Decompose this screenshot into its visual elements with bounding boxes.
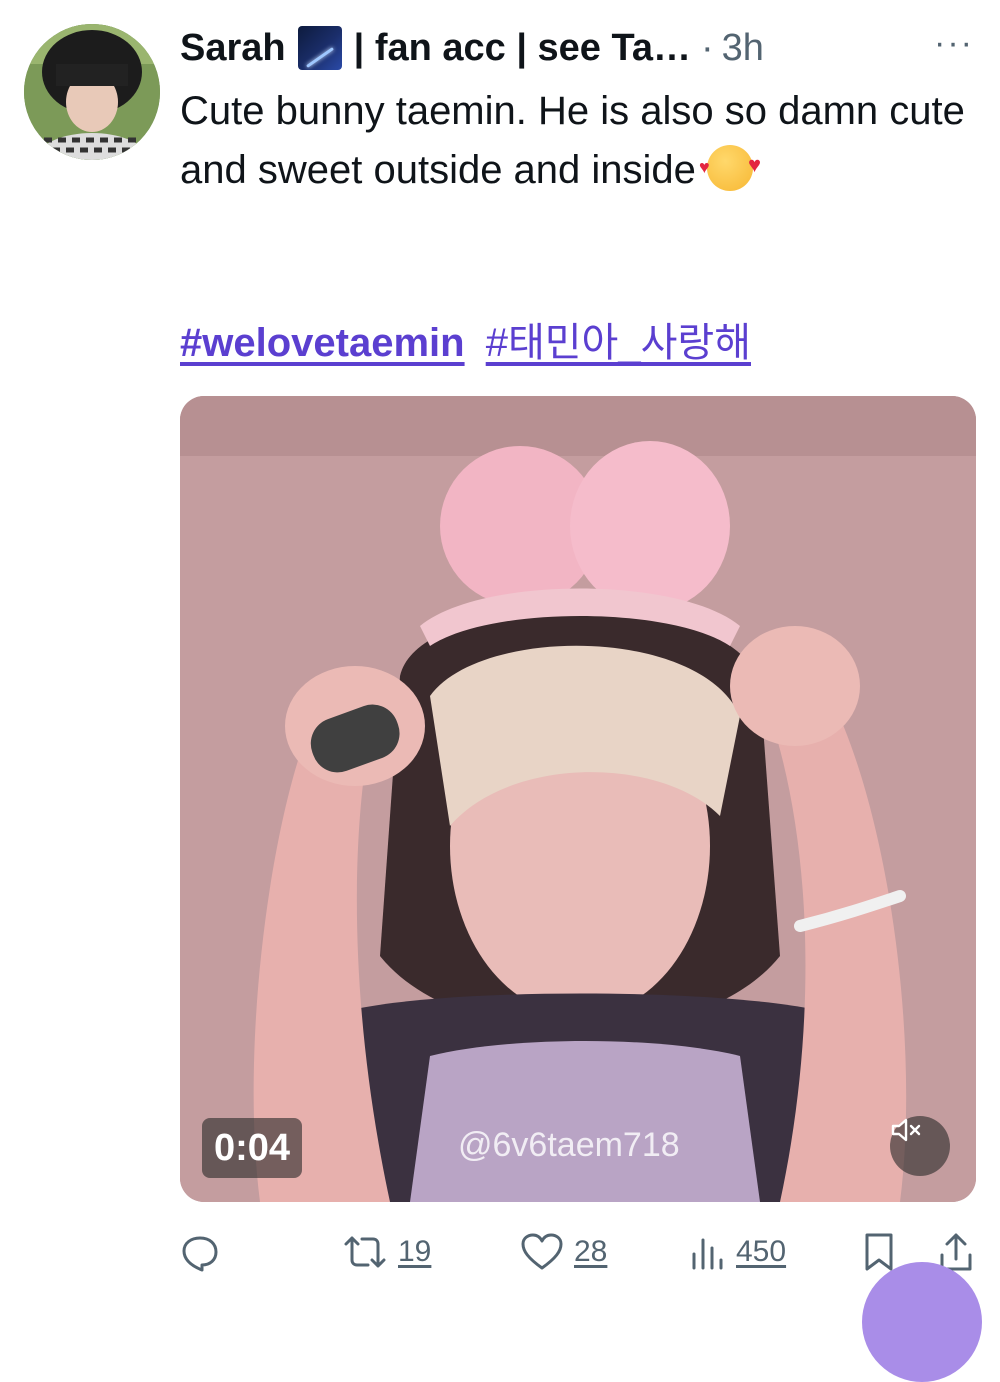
hashtag-link[interactable]: #태민아_사랑해 <box>486 321 751 365</box>
views-button[interactable]: 450 <box>690 1220 786 1284</box>
compose-fab-button[interactable] <box>862 1262 982 1382</box>
shooting-star-emoji-icon <box>297 26 342 70</box>
reply-icon <box>182 1236 218 1272</box>
like-count[interactable]: 28 <box>574 1235 607 1269</box>
bookmark-icon <box>865 1233 893 1271</box>
hashtags: #welovetaemin #태민아_사랑해 <box>180 316 761 370</box>
timestamp[interactable]: 3h <box>722 27 764 70</box>
author-name-suffix[interactable]: | fan acc | see Ta… <box>354 27 691 70</box>
video-duration: 0:04 <box>202 1118 303 1178</box>
avatar-image <box>24 24 160 160</box>
views-count[interactable]: 450 <box>736 1235 786 1269</box>
retweet-button[interactable]: 19 <box>342 1220 431 1284</box>
mute-toggle-button[interactable] <box>890 1116 950 1176</box>
separator-dot: · <box>701 26 714 69</box>
video-watermark: @6v6taem718 <box>458 1126 680 1164</box>
speaker-muted-icon <box>891 1118 921 1142</box>
more-options-icon[interactable]: ··· <box>934 24 974 63</box>
reply-button[interactable] <box>180 1220 220 1284</box>
views-bar-chart-icon <box>692 1238 723 1270</box>
author-name[interactable]: Sarah <box>180 27 286 70</box>
tweet-body: Cute bunny taemin. He is also so damn cu… <box>180 89 965 192</box>
avatar[interactable] <box>24 24 160 160</box>
heart-icon <box>521 1233 563 1270</box>
video-frame <box>180 396 976 1202</box>
tweet-text: Cute bunny taemin. He is also so damn cu… <box>180 82 970 200</box>
tweet-actions: 19 28 450 <box>180 1220 980 1284</box>
retweet-icon <box>344 1236 386 1268</box>
retweet-count[interactable]: 19 <box>398 1235 431 1269</box>
author-name-group[interactable]: Sarah | fan acc | see Ta… <box>180 26 691 70</box>
hashtag-link[interactable]: #welovetaemin <box>180 321 465 365</box>
like-button[interactable]: 28 <box>520 1220 607 1284</box>
video-player[interactable]: 0:04 <box>180 396 976 1202</box>
smiling-face-with-hearts-icon <box>699 135 761 197</box>
tweet-header: Sarah | fan acc | see Ta… · 3h <box>180 20 980 76</box>
